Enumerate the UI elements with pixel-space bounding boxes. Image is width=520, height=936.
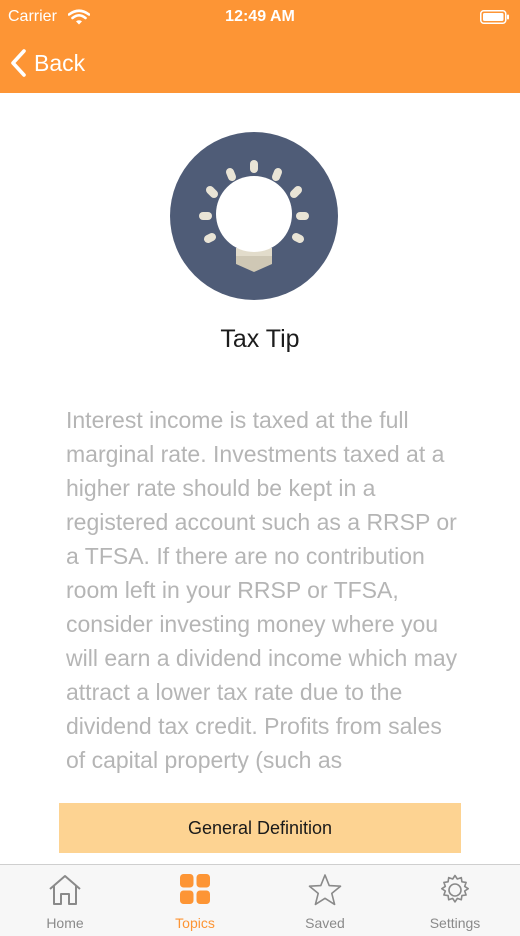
grid-icon <box>180 874 210 904</box>
tip-body-scroll[interactable]: Interest income is taxed at the full mar… <box>66 403 466 793</box>
tab-home[interactable]: Home <box>0 865 130 936</box>
tab-settings[interactable]: Settings <box>390 865 520 936</box>
tab-topics[interactable]: Topics <box>130 865 260 936</box>
app-screen: Carrier 12:49 AM Back Tax Tip Interest i… <box>0 0 520 936</box>
navigation-bar: Back <box>0 34 520 93</box>
tab-topics-label: Topics <box>175 915 215 931</box>
back-button[interactable]: Back <box>8 46 85 80</box>
tab-settings-label: Settings <box>429 915 481 931</box>
top-bar: Carrier 12:49 AM Back <box>0 0 520 93</box>
tab-saved[interactable]: Saved <box>260 865 390 936</box>
general-definition-button[interactable]: General Definition <box>59 803 461 853</box>
home-icon <box>49 875 81 905</box>
tab-home-label: Home <box>46 915 84 931</box>
status-time: 12:49 AM <box>225 8 295 25</box>
tip-body-text: Interest income is taxed at the full mar… <box>66 407 458 773</box>
lightbulb-icon <box>170 132 338 300</box>
battery-icon <box>480 10 509 24</box>
gear-icon <box>441 874 469 903</box>
tab-saved-label: Saved <box>305 915 345 931</box>
status-bar: Carrier 12:49 AM <box>0 0 520 34</box>
chevron-left-icon <box>11 49 26 77</box>
star-icon <box>308 874 342 906</box>
back-button-label: Back <box>34 49 86 76</box>
tab-bar: Home Topics Saved Settings <box>0 864 520 936</box>
tip-title: Tax Tip <box>220 325 300 353</box>
